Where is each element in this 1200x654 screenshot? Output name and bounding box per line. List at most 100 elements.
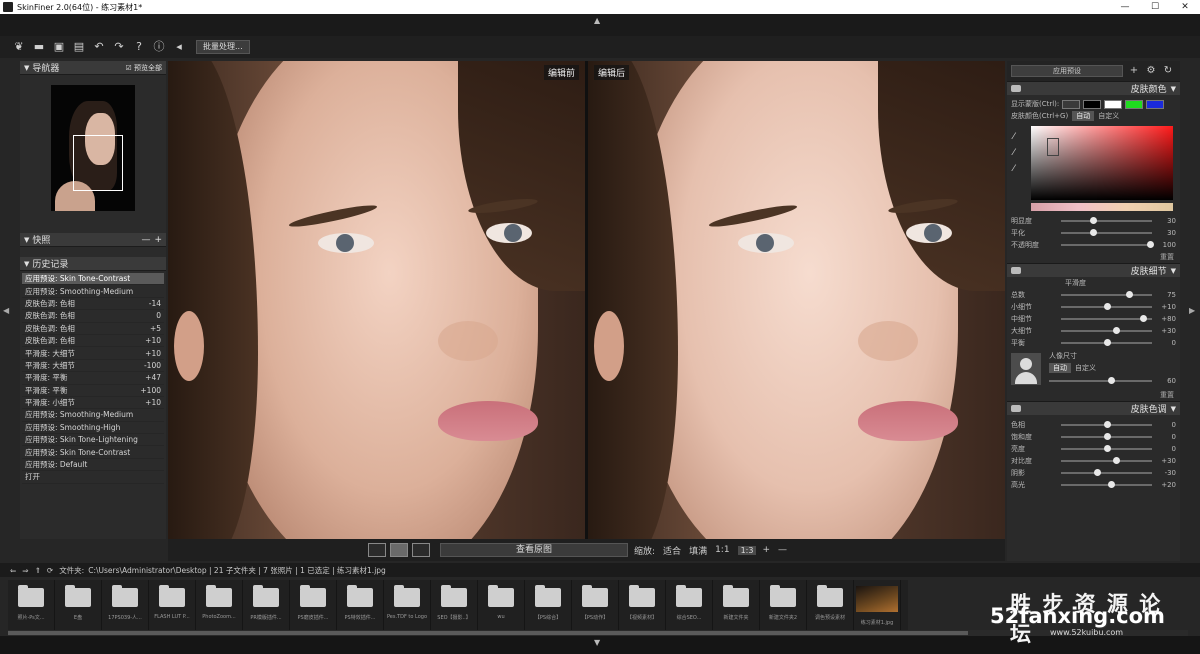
snapshot-remove-icon[interactable]: — (141, 235, 150, 245)
filmstrip-folder[interactable]: 【视频素材】 (619, 580, 666, 630)
color-picker-cursor[interactable] (1047, 138, 1059, 156)
slider-knob[interactable] (1108, 481, 1116, 488)
save-as-icon[interactable]: ▤ (72, 40, 86, 54)
info-icon[interactable]: ⓘ (152, 40, 166, 54)
slider-knob[interactable] (1089, 229, 1097, 236)
history-item[interactable]: 皮肤色调: 色相 0 (22, 310, 164, 323)
zoom-fill-button[interactable]: 填满 (689, 544, 707, 557)
snapshot-header[interactable]: ▼ 快照 — + (20, 233, 166, 247)
history-item[interactable]: 打开 (22, 471, 164, 484)
redo-icon[interactable]: ↷ (112, 40, 126, 54)
history-item[interactable]: 应用预设: Skin Tone-Lightening (22, 434, 164, 447)
zoom-in-button[interactable]: + (762, 545, 770, 555)
slider-knob[interactable] (1103, 339, 1111, 346)
open-folder-icon[interactable]: ▬ (32, 40, 46, 54)
filmstrip-folder[interactable]: 【PS动作】 (572, 580, 619, 630)
slider-knob[interactable] (1139, 315, 1147, 322)
preset-select[interactable]: 应用预设 (1011, 65, 1123, 77)
filmstrip-folder[interactable]: wu (478, 580, 525, 630)
filmstrip-folder[interactable]: 综合SEO... (666, 580, 713, 630)
slider-knob[interactable] (1147, 241, 1155, 248)
portrait-custom-button[interactable]: 自定义 (1071, 363, 1100, 373)
split-view-button[interactable] (390, 543, 408, 557)
history-item[interactable]: 皮肤色调: 色相 +5 (22, 323, 164, 335)
history-item[interactable]: 平滑度: 大细节 -100 (22, 360, 164, 373)
navigator-header[interactable]: ▼ 导航器 ☑ 预览全部 (20, 61, 166, 75)
eyedropper-remove-icon[interactable]: ⁄ (1013, 164, 1015, 174)
reset-icon[interactable]: ↻ (1162, 65, 1174, 77)
stacked-view-button[interactable] (412, 543, 430, 557)
after-image[interactable]: 编辑后 (588, 61, 1005, 539)
skin-detail-reset-button[interactable]: 重置 (1007, 389, 1180, 401)
minimize-button[interactable]: — (1110, 2, 1140, 12)
filmstrip-folder[interactable]: E盘 (55, 580, 102, 630)
slider-track[interactable] (1061, 291, 1152, 298)
eyedropper-icon[interactable]: ⁄ (1013, 132, 1015, 142)
portrait-auto-button[interactable]: 自动 (1049, 363, 1071, 373)
section-toggle-icon[interactable] (1011, 85, 1021, 92)
history-item[interactable]: 平滑度: 平衡 +47 (22, 372, 164, 385)
image-viewer[interactable]: 编辑前 编辑后 (168, 61, 1005, 539)
history-item[interactable]: 平滑度: 小细节 +10 (22, 397, 164, 410)
forward-icon[interactable]: ⇒ (22, 566, 28, 575)
before-image[interactable]: 编辑前 (168, 61, 585, 539)
history-item[interactable]: 应用预设: Default (22, 459, 164, 472)
mask-color-swatch[interactable] (1125, 99, 1144, 109)
history-header[interactable]: ▼ 历史记录 (20, 257, 166, 271)
hue-range-bar[interactable] (1031, 203, 1173, 211)
collapse-triangle-icon[interactable]: ▼ (1171, 405, 1176, 413)
history-item[interactable]: 平滑度: 平衡 +100 (22, 385, 164, 397)
refresh-icon[interactable]: ⟳ (47, 566, 53, 575)
right-collapse-icon[interactable]: ▶ (1189, 306, 1195, 315)
zoom-fit-button[interactable]: 适合 (663, 544, 681, 557)
slider-track[interactable] (1061, 481, 1152, 488)
slider-track[interactable] (1061, 421, 1152, 428)
scrollbar-thumb[interactable] (8, 631, 968, 635)
back-icon[interactable]: ⇐ (10, 566, 16, 575)
filmstrip-folder[interactable]: PS特效插件... (337, 580, 384, 630)
section-toggle-icon[interactable] (1011, 405, 1021, 412)
up-icon[interactable]: ⇑ (35, 566, 41, 575)
filmstrip-folder[interactable]: 新建文件夹2 (760, 580, 807, 630)
slider-track[interactable] (1061, 241, 1155, 248)
collapse-up-icon[interactable]: ▲ (594, 16, 600, 25)
filmstrip-folder[interactable]: Pes.TDF to Logo (384, 580, 431, 630)
skin-detail-header[interactable]: 皮肤细节 ▼ (1007, 263, 1180, 277)
skin-tone-header[interactable]: 皮肤颜色 ▼ (1007, 81, 1180, 95)
slider-track[interactable] (1061, 327, 1152, 334)
slider-track[interactable] (1061, 315, 1152, 322)
view-original-button[interactable]: 查看原图 (440, 543, 628, 557)
slider-track[interactable] (1061, 217, 1152, 224)
history-item[interactable]: 应用预设: Skin Tone-Contrast (22, 446, 164, 459)
zoom-out-button[interactable]: — (778, 545, 787, 555)
portrait-size-slider[interactable]: 60 (1049, 375, 1176, 387)
collapse-triangle-icon[interactable]: ▼ (1171, 267, 1176, 275)
section-toggle-icon[interactable] (1011, 267, 1021, 274)
slider-knob[interactable] (1103, 303, 1111, 310)
filmstrip-folder[interactable]: 照片-Ps文... (8, 580, 55, 630)
filmstrip-folder[interactable]: PS磨皮插件... (290, 580, 337, 630)
slider-track[interactable] (1061, 229, 1152, 236)
history-item[interactable]: 应用预设: Smoothing-Medium (22, 285, 164, 298)
maximize-button[interactable]: ☐ (1140, 2, 1170, 12)
slider-knob[interactable] (1107, 377, 1115, 384)
mask-color-swatch[interactable] (1062, 99, 1081, 109)
help-icon[interactable]: ? (132, 40, 146, 54)
color-picker[interactable] (1031, 126, 1173, 200)
custom-button[interactable]: 自定义 (1094, 111, 1123, 121)
zoom-1to1-button[interactable]: 1:1 (715, 545, 729, 555)
add-preset-icon[interactable]: + (1128, 65, 1140, 77)
auto-button[interactable]: 自动 (1072, 111, 1095, 121)
history-item[interactable]: 皮肤色调: 色相 -14 (22, 298, 164, 311)
history-item[interactable]: 皮肤色调: 色相 +10 (22, 335, 164, 348)
batch-process-button[interactable]: 批量处理... (196, 40, 250, 54)
slider-knob[interactable] (1103, 433, 1111, 440)
settings-icon[interactable]: ⚙ (1145, 65, 1157, 77)
slider-knob[interactable] (1094, 469, 1102, 476)
single-view-button[interactable] (368, 543, 386, 557)
eyedropper-add-icon[interactable]: ⁄ (1013, 148, 1015, 158)
history-item[interactable]: 平滑度: 大细节 +10 (22, 347, 164, 360)
slider-track[interactable] (1061, 445, 1152, 452)
slider-knob[interactable] (1089, 217, 1097, 224)
skin-tone-reset-button[interactable]: 重置 (1007, 251, 1180, 263)
